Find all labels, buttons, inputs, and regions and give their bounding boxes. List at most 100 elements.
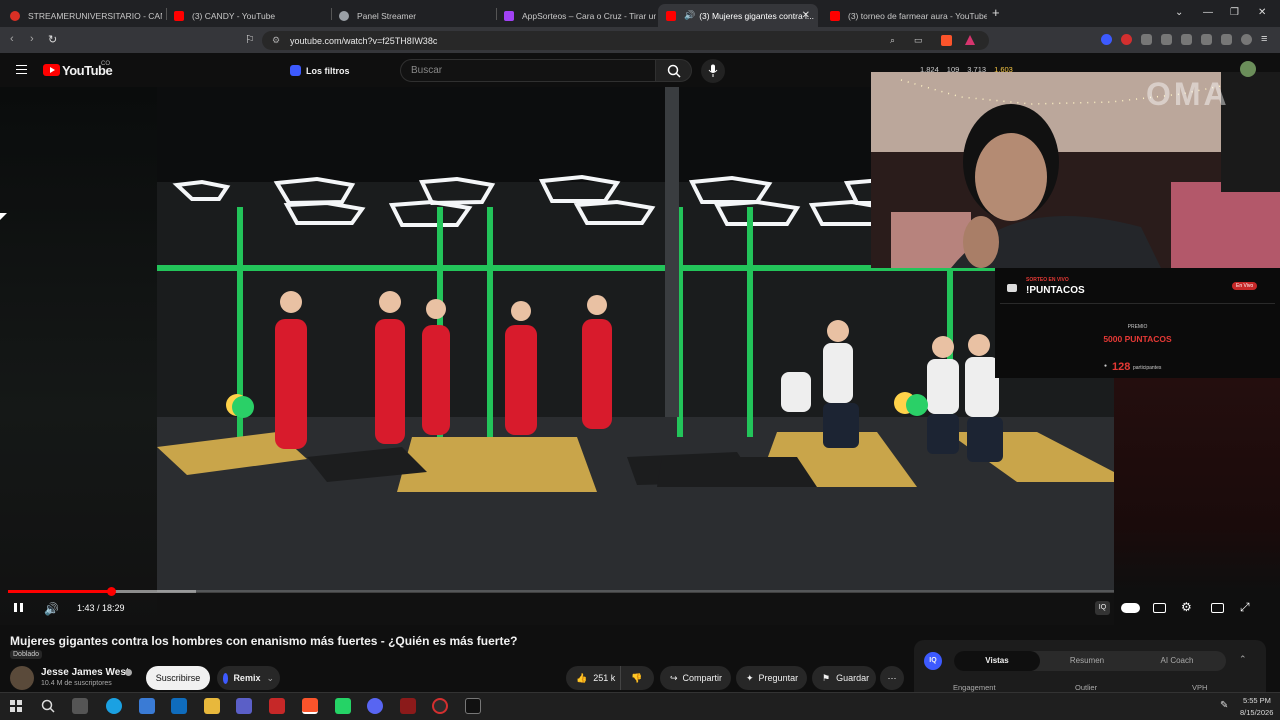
brave-rewards-icon[interactable] <box>965 35 975 45</box>
ask-button[interactable]: ✦ Preguntar <box>736 666 807 690</box>
tab-candy-youtube[interactable]: (3) CANDY - YouTube <box>166 4 331 27</box>
pause-icon[interactable] <box>14 603 17 612</box>
forward-icon[interactable]: › <box>30 33 34 45</box>
people-icon: ● <box>1104 363 1108 369</box>
tab-search-chevron-icon[interactable]: ⌄ <box>1175 7 1183 18</box>
vpn-icon[interactable] <box>1241 34 1252 45</box>
tab-mujeres-gigantes[interactable]: 🔊 (3) Mujeres gigantes contra l... ✕ <box>658 4 818 27</box>
site-favicon-icon <box>10 10 20 21</box>
vidiq-panel: IQ Vistas Resumen AI Coach ⌃ Engagement … <box>914 640 1266 692</box>
voice-search-button[interactable] <box>701 59 725 83</box>
like-button[interactable]: 👍 251 k <box>566 666 620 690</box>
tab-appsorteos[interactable]: AppSorteos – Cara o Cruz - Tirar una <box>496 4 656 27</box>
pause-icon-bar <box>20 603 23 612</box>
giveaway-title: !PUNTACOS <box>1026 285 1085 296</box>
whatsapp-icon[interactable] <box>335 698 351 714</box>
reload-icon[interactable]: ↻ <box>48 33 57 46</box>
prize-value: 5000 PUNTACOS <box>1103 334 1172 344</box>
discord-icon[interactable] <box>367 698 383 714</box>
new-tab-button[interactable]: + <box>992 5 1000 20</box>
more-actions-button[interactable]: ⋯ <box>880 666 904 690</box>
bookmark-icon[interactable]: ⚐ <box>245 33 255 46</box>
fullscreen-icon[interactable]: ⤢ <box>1240 600 1250 615</box>
hamburger-menu-icon[interactable] <box>16 65 27 74</box>
search-button[interactable] <box>655 59 692 82</box>
teams-icon[interactable] <box>236 698 252 714</box>
time-display: 1:43 / 18:29 <box>77 603 125 613</box>
game-app-icon[interactable] <box>269 698 285 714</box>
subscribe-button[interactable]: Suscribirse <box>146 666 210 690</box>
giveaway-overlay: SORTEO EN VIVO !PUNTACOS En Vivo PREMIO … <box>995 268 1280 378</box>
obs-plugin-icon[interactable] <box>400 698 416 714</box>
clock-date[interactable]: 8/15/2026 <box>1240 708 1273 717</box>
clock-time[interactable]: 5:55 PM <box>1243 696 1271 705</box>
tab-ai-coach[interactable]: AI Coach <box>1134 651 1220 671</box>
obs-studio-icon[interactable] <box>432 698 448 714</box>
file-explorer-icon[interactable] <box>204 698 220 714</box>
capcut-icon[interactable] <box>465 698 481 714</box>
task-view-icon[interactable] <box>72 698 88 714</box>
tab-resumen[interactable]: Resumen <box>1044 651 1130 671</box>
outlook-icon[interactable] <box>171 698 187 714</box>
filters-button[interactable]: Los filtros <box>290 61 350 80</box>
remix-button[interactable]: Remix ⌄ <box>217 666 280 690</box>
youtube-favicon-icon <box>666 10 676 21</box>
close-tab-icon[interactable]: ✕ <box>802 10 810 21</box>
volume-icon[interactable]: 🔊 <box>44 602 59 616</box>
close-window-button[interactable]: ✕ <box>1258 7 1266 18</box>
scrubber-handle[interactable] <box>106 587 116 596</box>
menu-icon[interactable]: ≡ <box>1261 33 1267 45</box>
windows-start-icon[interactable] <box>10 700 22 712</box>
sidebar-icon[interactable] <box>1181 34 1192 45</box>
vidiq-icon <box>290 65 301 76</box>
thumbs-up-icon: 👍 <box>576 672 588 683</box>
channel-avatar[interactable] <box>10 666 34 690</box>
media-controls-icon[interactable] <box>1161 34 1172 45</box>
autoplay-toggle[interactable] <box>1121 603 1140 613</box>
extension-red-icon[interactable] <box>1121 34 1132 45</box>
brave-shield-icon[interactable] <box>941 35 952 46</box>
stream-watermark: OMA <box>1146 76 1230 112</box>
address-field[interactable]: ⚙ youtube.com/watch?v=f25TH8IW38c ⌕ ▭ <box>262 31 989 50</box>
verified-icon <box>125 669 132 676</box>
tab-vistas[interactable]: Vistas <box>954 651 1040 671</box>
subtitles-icon[interactable] <box>1153 603 1166 613</box>
wallet-icon[interactable] <box>1201 34 1212 45</box>
taskbar-search-icon[interactable] <box>41 699 55 713</box>
youtube-favicon-icon <box>830 10 840 21</box>
restore-button[interactable]: ❐ <box>1230 7 1239 18</box>
search-input[interactable]: Buscar <box>400 59 656 82</box>
settings-gear-icon[interactable]: ⚙ <box>1181 600 1192 614</box>
tab-panel-streamer[interactable]: Panel Streamer <box>331 4 496 27</box>
progress-bar[interactable] <box>8 587 1114 596</box>
tab-torneo-farmear[interactable]: (3) torneo de farmear aura - YouTube <box>822 4 987 27</box>
prize-label: PREMIO <box>1127 324 1148 330</box>
cast-icon[interactable]: ▭ <box>914 35 923 46</box>
edge-icon[interactable] <box>106 698 122 714</box>
save-button[interactable]: ⚑ Guardar <box>812 666 876 690</box>
extensions-puzzle-icon[interactable] <box>1141 34 1152 45</box>
back-icon[interactable]: ‹ <box>10 33 14 45</box>
store-icon[interactable] <box>139 698 155 714</box>
avatar[interactable] <box>1240 61 1256 77</box>
dislike-button[interactable]: 👎 <box>620 666 654 690</box>
giveaway-header: SORTEO EN VIVO <box>1026 277 1069 283</box>
miniplayer-icon[interactable] <box>1211 603 1224 613</box>
mouse-cursor-icon <box>0 213 7 220</box>
pen-tray-icon[interactable]: ✎ <box>1220 700 1228 711</box>
vidiq-player-icon[interactable]: IQ <box>1095 601 1110 615</box>
youtube-logo-icon[interactable] <box>43 64 60 76</box>
leo-ai-icon[interactable] <box>1221 34 1232 45</box>
zoom-search-icon[interactable]: ⌕ <box>890 35 895 46</box>
minimize-button[interactable]: — <box>1203 7 1213 18</box>
streamer-webcam-overlay: OMA <box>871 72 1280 268</box>
globe-icon <box>339 10 349 21</box>
metric-outlier: Outlier <box>1075 683 1098 692</box>
share-button[interactable]: ↪ Compartir <box>660 666 731 690</box>
site-info-icon[interactable]: ⚙ <box>272 35 280 46</box>
collapse-chevron-icon[interactable]: ⌃ <box>1239 654 1247 665</box>
extension-vidiq-icon[interactable] <box>1101 34 1112 45</box>
brave-taskbar-icon[interactable] <box>302 698 318 714</box>
channel-name[interactable]: Jesse James West <box>41 667 129 678</box>
tab-streameruniversitario[interactable]: STREAMERUNIVERSITARIO - CAN... <box>2 4 162 27</box>
